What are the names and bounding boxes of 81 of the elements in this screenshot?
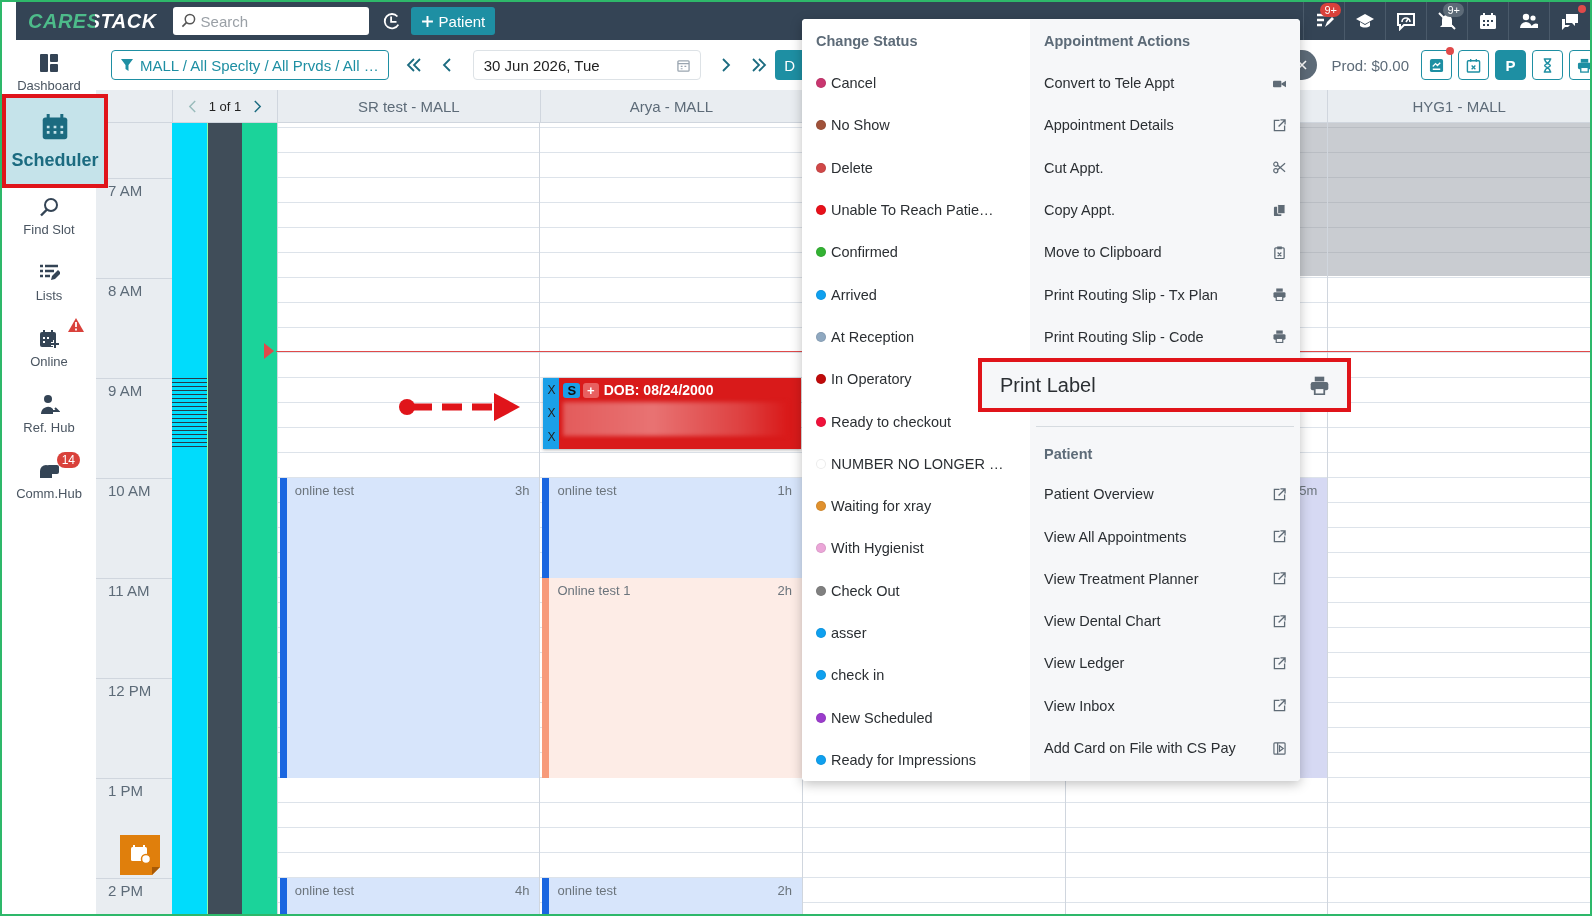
status-option[interactable]: Check Out (802, 569, 914, 612)
menu-item[interactable]: View All Appointments (1030, 515, 1300, 558)
plus-badge: + (583, 382, 599, 398)
appointment-duration: 2h (777, 583, 793, 598)
menu-item[interactable]: Add Card on File with CS Pay (1030, 726, 1300, 770)
menu-item[interactable]: View Treatment Planner (1030, 557, 1300, 600)
menu-item[interactable]: Patient Overview (1030, 473, 1300, 516)
appointment-title: Online test 1 (557, 583, 631, 598)
sidebar-item[interactable]: 14 Comm.Hub (4, 452, 94, 518)
menu-item[interactable]: View Inbox (1030, 684, 1300, 727)
appointment-duration: 5m (1299, 483, 1318, 500)
appointment-title: online test (557, 483, 617, 498)
menu-item[interactable]: Print Routing Slip - Code (1030, 315, 1300, 359)
time-label: 7 AM (108, 182, 143, 199)
time-label: 11 AM (108, 582, 150, 599)
status-option[interactable]: With Hygienist (802, 527, 938, 570)
status-option[interactable]: Cancel (802, 62, 891, 105)
production-total: Prod: $0.00 (1331, 56, 1409, 74)
notification-badge: 9+ (1443, 3, 1464, 17)
view-button[interactable]: D (774, 50, 805, 80)
add-patient-button[interactable]: Patient (410, 7, 496, 35)
menu-item[interactable]: Appointment Details (1030, 104, 1300, 147)
search-field[interactable]: Search (172, 7, 369, 35)
highlighted-menu-item[interactable]: Print Label (978, 358, 1351, 413)
menu-item[interactable]: Cut Appt. (1030, 146, 1300, 189)
menu-item[interactable]: Convert to Tele Appt (1030, 62, 1300, 105)
status-option[interactable]: Waiting for xray (802, 484, 946, 528)
date-field[interactable]: 30 Jun 2026, Tue (472, 50, 701, 80)
status-option[interactable]: Unable To Reach Patie… (802, 188, 1008, 232)
status-option[interactable]: No Show (802, 104, 904, 147)
time-label: 2 PM (108, 882, 143, 899)
time-label: 12 PM (108, 682, 152, 699)
time-label: 1 PM (108, 782, 143, 799)
column-header: Arya - MALL (629, 97, 714, 115)
filter-button[interactable]: MALL / All Speclty / All Prvds / All … (111, 50, 389, 80)
time-label: 8 AM (108, 282, 143, 299)
menu-item[interactable]: Print Routing Slip - Tx Plan (1030, 273, 1300, 316)
status-option[interactable]: Ready for Impressions (802, 738, 991, 782)
appointment-duration: 2h (777, 883, 793, 898)
appointment-title: online test (294, 883, 355, 898)
status-option[interactable]: NUMBER NO LONGER … (802, 442, 1018, 485)
appointment-title: online test (294, 483, 355, 498)
sidebar-item[interactable]: Lists (4, 254, 94, 320)
status-badge: S (563, 382, 581, 398)
page-indicator: 1 of 1 (208, 98, 242, 114)
date-of-birth: DOB: 08/24/2000 (603, 382, 714, 398)
menu-item[interactable]: Copy Appt. (1030, 188, 1300, 232)
status-option[interactable]: Confirmed (802, 231, 912, 274)
section-title: Appointment Actions (1043, 31, 1192, 51)
sidebar-item[interactable]: Ref. Hub (4, 386, 94, 452)
column-header: HYG1 - MALL (1412, 97, 1506, 115)
status-option[interactable]: asser (802, 611, 881, 655)
appointment-duration: 1h (777, 483, 793, 498)
status-option[interactable]: check in (802, 654, 899, 697)
x-mark[interactable]: X (547, 406, 556, 421)
appointment-duration: 4h (514, 883, 530, 898)
x-mark[interactable]: X (547, 430, 556, 445)
status-option[interactable]: Arrived (802, 273, 891, 316)
time-label: 10 AM (108, 482, 151, 499)
notification-badge: 9+ (1320, 3, 1341, 17)
provider-button[interactable]: P (1495, 50, 1526, 80)
appointment-title: online test (557, 883, 617, 898)
section-title: Change Status (815, 31, 919, 51)
sidebar-item[interactable]: Online (4, 320, 94, 386)
sidebar-item[interactable]: Find Slot (4, 188, 94, 254)
x-mark[interactable]: X (547, 382, 556, 397)
sidebar-item-selected[interactable]: Scheduler (2, 94, 108, 188)
menu-item[interactable]: Move to Clipboard (1030, 231, 1300, 274)
status-option[interactable]: At Reception (802, 315, 929, 359)
appointment-duration: 3h (514, 483, 530, 498)
time-label: 9 AM (108, 382, 143, 399)
status-option[interactable]: In Operatory (802, 358, 926, 401)
menu-item[interactable]: View Ledger (1030, 642, 1300, 685)
status-option[interactable]: Ready to checkout (802, 400, 966, 443)
status-option[interactable]: New Scheduled (802, 696, 947, 739)
sidebar-item[interactable]: Dashboard (4, 40, 94, 94)
menu-item[interactable]: View Dental Chart (1030, 599, 1300, 643)
count-badge: 14 (56, 452, 80, 468)
column-header: SR test - MALL (357, 97, 460, 115)
section-title: Patient (1043, 445, 1094, 465)
status-option[interactable]: Delete (802, 146, 887, 189)
